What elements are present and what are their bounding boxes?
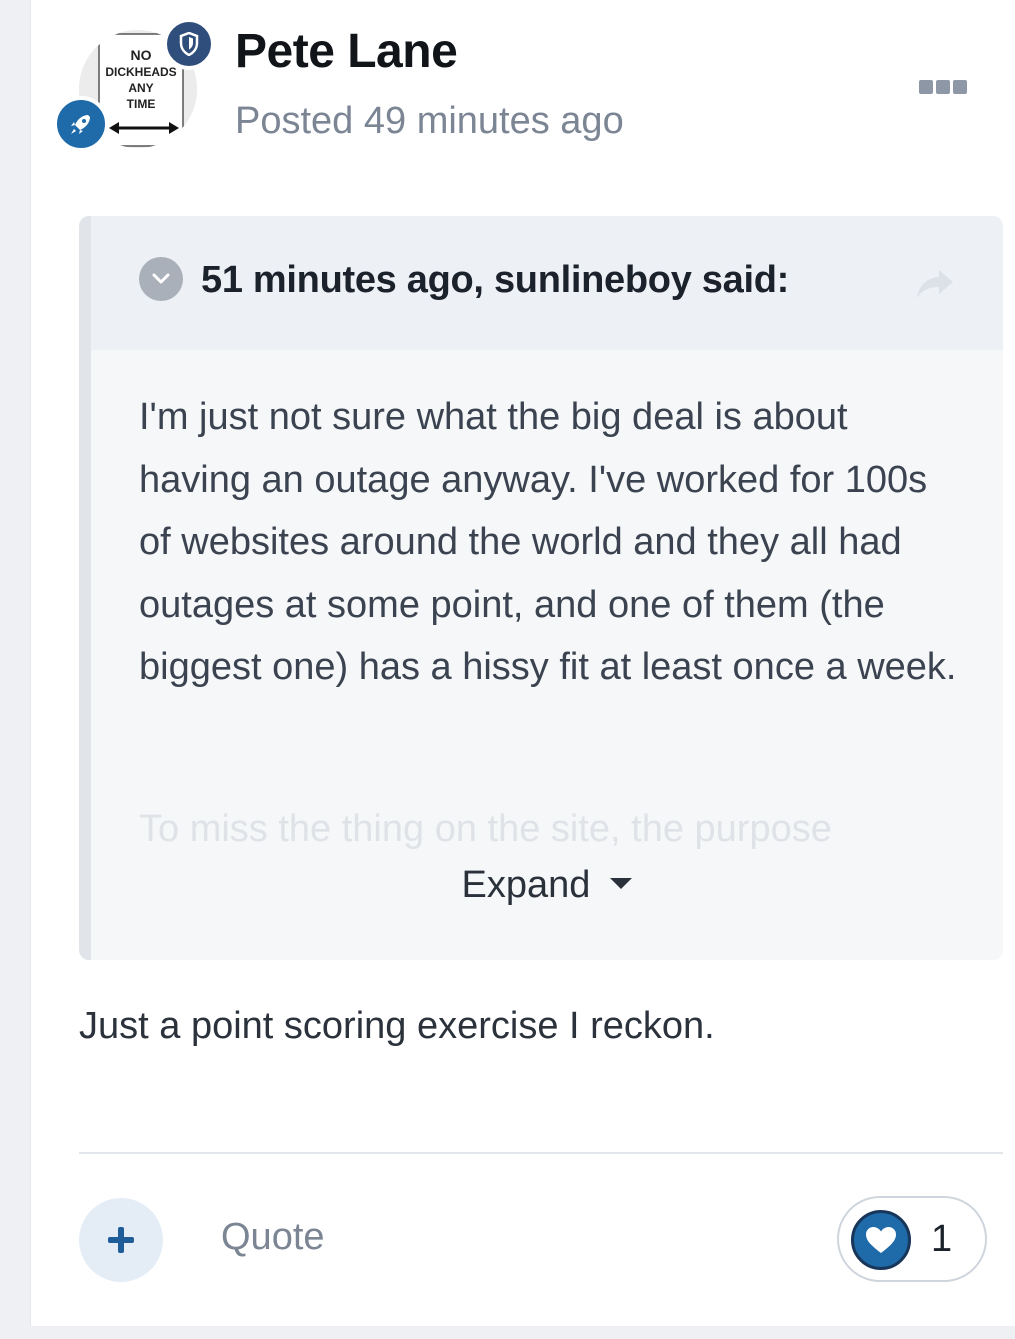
sign-line-2: DICKHEADS bbox=[105, 65, 176, 79]
share-arrow-icon bbox=[917, 270, 953, 298]
quote-citation[interactable]: 51 minutes ago, sunlineboy said: bbox=[201, 259, 789, 302]
ellipsis-icon bbox=[919, 80, 933, 94]
heart-icon bbox=[866, 1227, 896, 1253]
quote-collapse-button[interactable] bbox=[139, 257, 183, 301]
post-timestamp[interactable]: Posted 49 minutes ago bbox=[235, 100, 624, 143]
sign-line-3: ANY bbox=[128, 81, 153, 95]
ellipsis-icon bbox=[953, 80, 967, 94]
post-card: NO DICKHEADS ANY TIME Pete Lane Posted 4… bbox=[30, 0, 1015, 1326]
ellipsis-icon bbox=[936, 80, 950, 94]
author-name[interactable]: Pete Lane bbox=[235, 24, 458, 79]
post-menu-button[interactable] bbox=[919, 80, 971, 96]
caret-down-icon bbox=[610, 878, 633, 890]
reaction-button[interactable]: 1 bbox=[837, 1196, 987, 1282]
shield-badge bbox=[163, 18, 215, 70]
heart-badge bbox=[851, 1210, 911, 1270]
rank-badge bbox=[53, 96, 109, 152]
quote-text: I'm just not sure what the big deal is a… bbox=[139, 386, 959, 699]
quote-block: 51 minutes ago, sunlineboy said: I'm jus… bbox=[79, 216, 1003, 960]
plus-icon bbox=[108, 1227, 134, 1253]
rocket-icon bbox=[71, 115, 90, 134]
quote-paragraph: I'm just not sure what the big deal is a… bbox=[139, 396, 957, 688]
quote-header: 51 minutes ago, sunlineboy said: bbox=[91, 216, 1003, 350]
sign-line-1: NO bbox=[131, 47, 152, 63]
multiquote-add-button[interactable] bbox=[79, 1198, 163, 1282]
quote-share-button[interactable] bbox=[913, 264, 957, 304]
author-avatar-group[interactable]: NO DICKHEADS ANY TIME bbox=[53, 18, 215, 152]
shield-icon bbox=[179, 32, 199, 56]
post-content: Just a point scoring exercise I reckon. bbox=[79, 1005, 715, 1047]
sign-line-4: TIME bbox=[127, 97, 156, 111]
divider bbox=[79, 1152, 1003, 1154]
chevron-down-icon bbox=[152, 273, 170, 284]
quote-expand-button[interactable]: Expand bbox=[91, 864, 1003, 907]
reaction-count: 1 bbox=[931, 1218, 953, 1260]
quote-button[interactable]: Quote bbox=[221, 1216, 325, 1259]
quote-truncated-line: To miss the thing on the site, the purpo… bbox=[139, 808, 832, 850]
expand-label: Expand bbox=[461, 864, 591, 906]
